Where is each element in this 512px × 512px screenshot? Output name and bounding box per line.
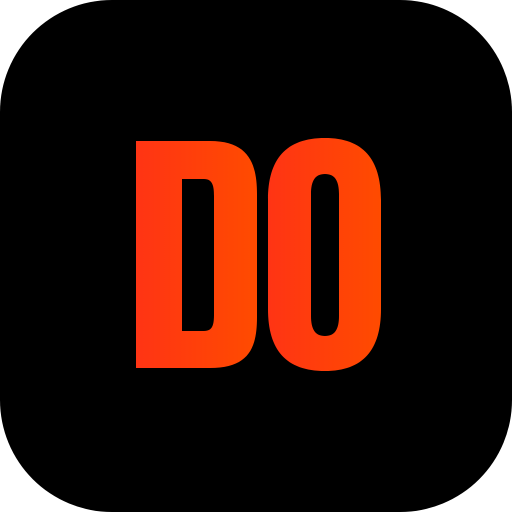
app-icon[interactable]: DO (0, 0, 512, 512)
logo-text: DO (121, 123, 391, 324)
do-logo-icon: DO (121, 123, 391, 371)
